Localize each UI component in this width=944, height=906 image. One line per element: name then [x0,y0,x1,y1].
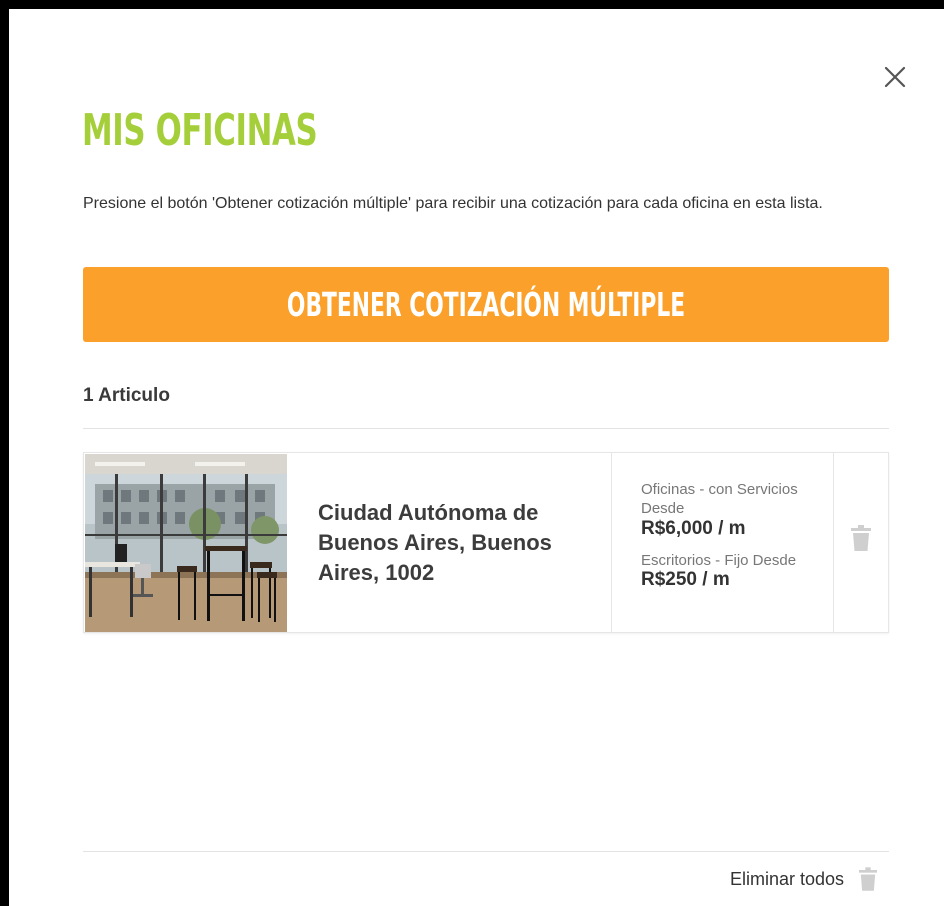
price-label-desk-text: Escritorios - Fijo Desde [641,552,797,569]
get-multiple-quote-label: OBTENER COTIZACIÓN MÚLTIPLE [286,285,686,324]
remove-all-link[interactable]: Eliminar todos [730,869,844,890]
price-label-serviced: Oficinas - con Servicios Desde [641,481,798,517]
divider [83,428,889,429]
close-icon[interactable] [882,64,908,90]
price-value-desk: R$250 / m [641,569,730,590]
trash-icon[interactable] [851,525,871,551]
office-card: Ciudad Autónoma de Buenos Aires, Buenos … [83,452,889,633]
office-photo [85,454,287,632]
get-multiple-quote-button[interactable]: OBTENER COTIZACIÓN MÚLTIPLE [83,267,889,342]
footer-divider [83,851,889,852]
modal-description: Presione el botón 'Obtener cotización mú… [83,195,823,212]
office-address[interactable]: Ciudad Autónoma de Buenos Aires, Buenos … [318,498,598,588]
price-info: Oficinas - con Servicios Desde R$6,000 /… [611,453,833,632]
trash-icon[interactable] [859,867,877,891]
delete-item-button[interactable] [833,453,888,632]
price-label-desk: Escritorios - Fijo Desde R$250 / m [641,551,801,590]
modal-title: MIS OFICINAS [82,105,318,156]
item-count: 1 Articulo [83,385,170,406]
price-value-serviced: R$6,000 / m [641,518,746,539]
my-offices-modal: MIS OFICINAS Presione el botón 'Obtener … [9,9,944,906]
